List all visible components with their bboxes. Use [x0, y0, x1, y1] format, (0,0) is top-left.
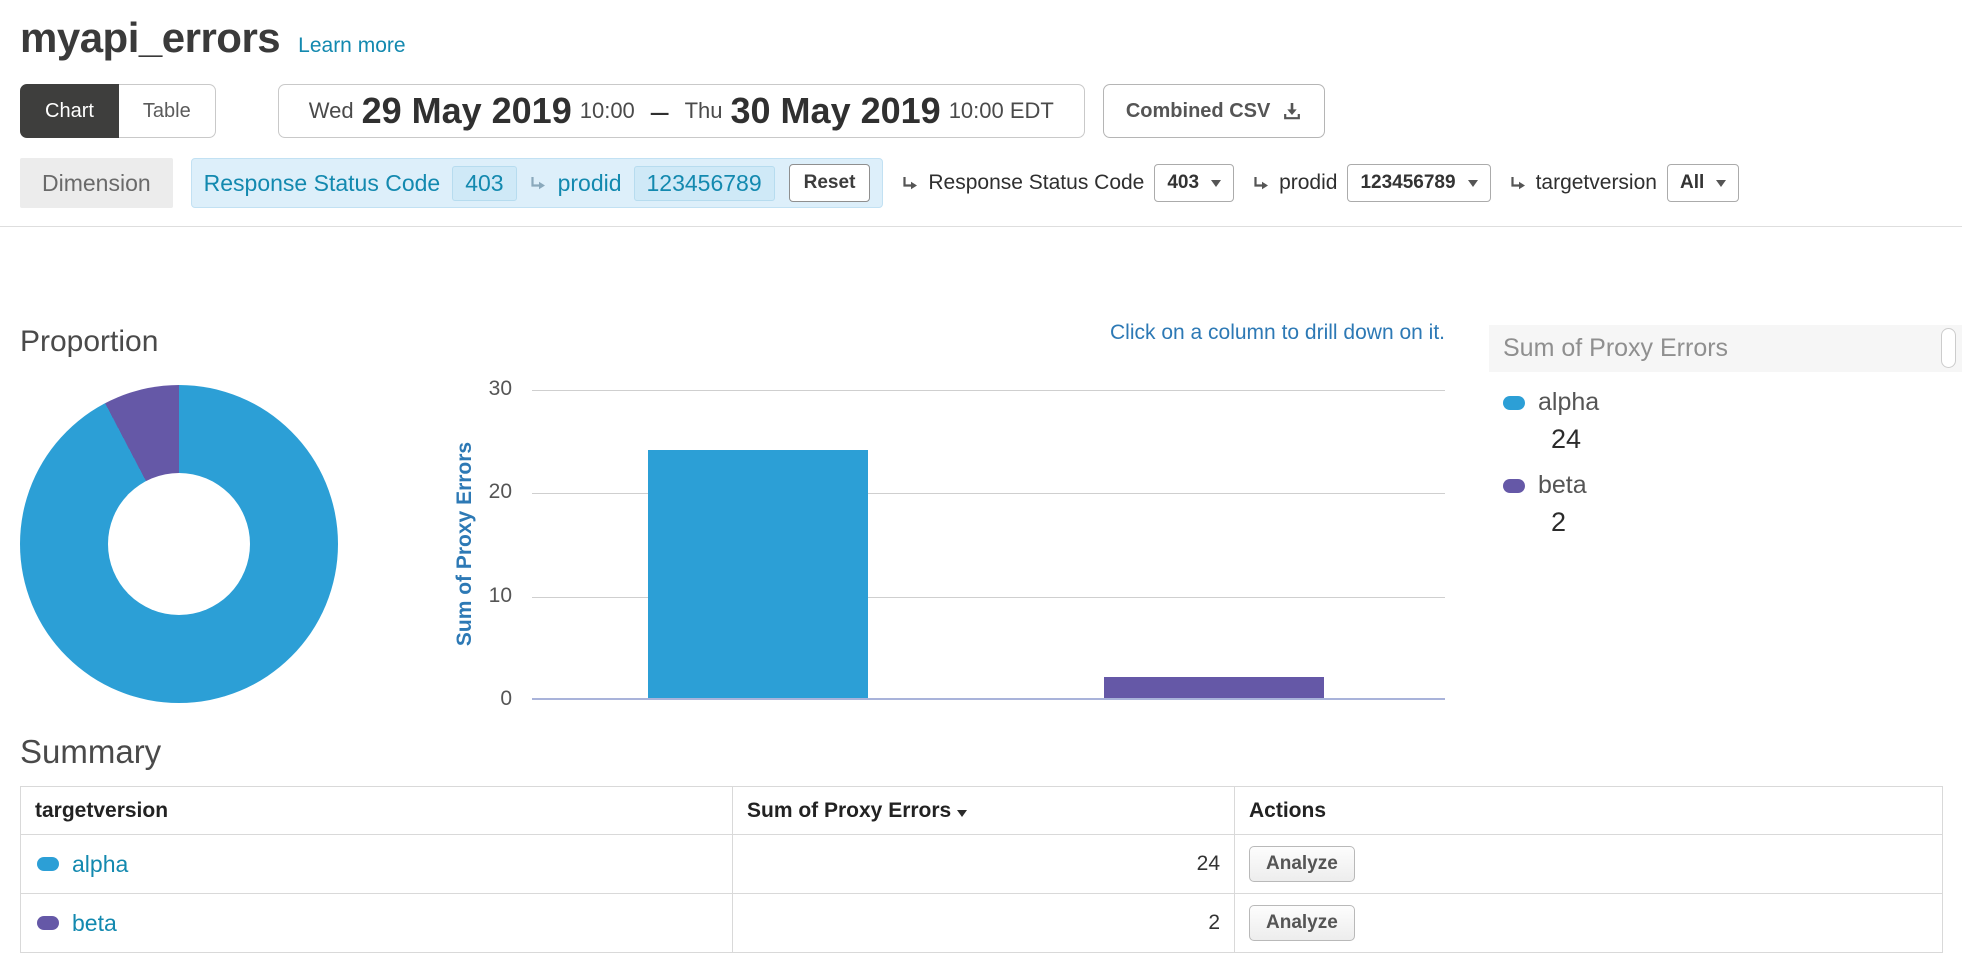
chevron-down-icon [1468, 180, 1478, 187]
metric-header-label: Sum of Proxy Errors [747, 799, 951, 822]
drilldown-select[interactable]: 123456789 [1347, 164, 1490, 202]
level-down-icon [1252, 176, 1269, 191]
dimension-link[interactable]: beta [72, 910, 117, 937]
reset-button[interactable]: Reset [789, 164, 871, 202]
date-start-day: Wed [309, 98, 354, 124]
level-down-icon [529, 176, 546, 191]
sort-desc-icon [957, 810, 967, 817]
row-swatch [37, 916, 59, 930]
legend-label: alpha [1538, 388, 1599, 417]
date-end-time: 10:00 EDT [949, 98, 1054, 124]
proportion-label: Proportion [20, 325, 158, 359]
filter-value-chip[interactable]: 123456789 [634, 166, 775, 201]
drilldown-value: 403 [1167, 172, 1199, 194]
row-swatch [37, 857, 59, 871]
filter-value-chip[interactable]: 403 [452, 166, 516, 201]
table-tab[interactable]: Table [119, 84, 216, 138]
x-axis-baseline [532, 698, 1445, 700]
dimension-link[interactable]: alpha [72, 851, 128, 878]
gridline [532, 390, 1445, 391]
legend-item: alpha [1503, 388, 1962, 417]
drilldown-group: targetversion All [1509, 164, 1740, 202]
legend-swatch [1503, 396, 1525, 410]
report-title: myapi_errors [20, 14, 280, 62]
chevron-down-icon [1716, 180, 1726, 187]
table-row: alpha 24 Analyze [21, 835, 1943, 894]
legend-title: Sum of Proxy Errors [1503, 334, 1728, 362]
y-tick: 10 [442, 584, 512, 608]
column-header-actions: Actions [1235, 787, 1943, 835]
legend-label: beta [1538, 471, 1587, 500]
chart-bar[interactable] [648, 450, 868, 698]
download-icon [1282, 101, 1302, 121]
metric-value: 24 [733, 835, 1235, 894]
y-tick: 30 [442, 377, 512, 401]
chevron-down-icon [1211, 180, 1221, 187]
donut-chart [20, 385, 338, 703]
legend-title-bar: Sum of Proxy Errors [1489, 325, 1962, 372]
legend-panel: Sum of Proxy Errors alpha 24 beta 2 [1489, 325, 1962, 554]
chart-tab[interactable]: Chart [20, 84, 119, 138]
column-header-metric[interactable]: Sum of Proxy Errors [733, 787, 1235, 835]
legend-swatch [1503, 479, 1525, 493]
drilldown-label: Response Status Code [928, 171, 1144, 195]
combined-csv-label: Combined CSV [1126, 100, 1270, 123]
date-end-date: 30 May 2019 [731, 90, 941, 132]
filter-breadcrumb: Response Status Code 403 prodid 12345678… [191, 158, 884, 208]
date-range-picker[interactable]: Wed 29 May 2019 10:00 – Thu 30 May 2019 … [278, 84, 1085, 138]
date-start-time: 10:00 [580, 98, 635, 124]
dimension-bar: Dimension Response Status Code 403 prodi… [20, 158, 1942, 208]
filter-name: prodid [558, 170, 622, 197]
y-axis-label: Sum of Proxy Errors [453, 384, 477, 704]
drilldown-value: 123456789 [1360, 172, 1455, 194]
donut-hole [108, 473, 250, 615]
drilldown-group: prodid 123456789 [1252, 164, 1491, 202]
view-toggle: Chart Table [20, 84, 216, 138]
header: myapi_errors Learn more [0, 0, 1962, 62]
drilldown-select[interactable]: 403 [1154, 164, 1234, 202]
drilldown-hint: Click on a column to drill down on it. [1110, 321, 1445, 345]
analyze-button[interactable]: Analyze [1249, 846, 1355, 882]
summary-heading: Summary [20, 732, 1962, 772]
filter-name: Response Status Code [204, 170, 441, 197]
date-start-date: 29 May 2019 [362, 90, 572, 132]
metric-value: 2 [733, 894, 1235, 953]
drilldown-label: prodid [1279, 171, 1337, 195]
legend-value: 24 [1551, 424, 1962, 455]
y-tick: 20 [442, 480, 512, 504]
learn-more-link[interactable]: Learn more [298, 34, 405, 58]
drilldown-group: Response Status Code 403 [901, 164, 1234, 202]
date-end-day: Thu [685, 98, 723, 124]
combined-csv-button[interactable]: Combined CSV [1103, 84, 1325, 138]
scrollbar-thumb[interactable] [1941, 328, 1956, 368]
summary-table: targetversion Sum of Proxy Errors Action… [20, 786, 1943, 953]
dimension-label: Dimension [20, 158, 173, 208]
level-down-icon [1509, 176, 1526, 191]
chart-area: Proportion Click on a column to drill do… [0, 227, 1962, 732]
column-header-dimension: targetversion [21, 787, 733, 835]
y-tick: 0 [442, 687, 512, 711]
legend-items: alpha 24 beta 2 [1503, 388, 1962, 538]
bar-chart-plot [532, 390, 1445, 700]
toolbar: Chart Table Wed 29 May 2019 10:00 – Thu … [20, 84, 1962, 138]
legend-value: 2 [1551, 507, 1962, 538]
table-header-row: targetversion Sum of Proxy Errors Action… [21, 787, 1943, 835]
level-down-icon [901, 176, 918, 191]
table-row: beta 2 Analyze [21, 894, 1943, 953]
legend-item: beta [1503, 471, 1962, 500]
drilldown-select[interactable]: All [1667, 164, 1739, 202]
analyze-button[interactable]: Analyze [1249, 905, 1355, 941]
drilldown-label: targetversion [1536, 171, 1657, 195]
chart-bar[interactable] [1104, 677, 1324, 698]
date-separator: – [651, 93, 669, 130]
report-page: myapi_errors Learn more Chart Table Wed … [0, 0, 1962, 976]
drilldown-value: All [1680, 172, 1704, 194]
